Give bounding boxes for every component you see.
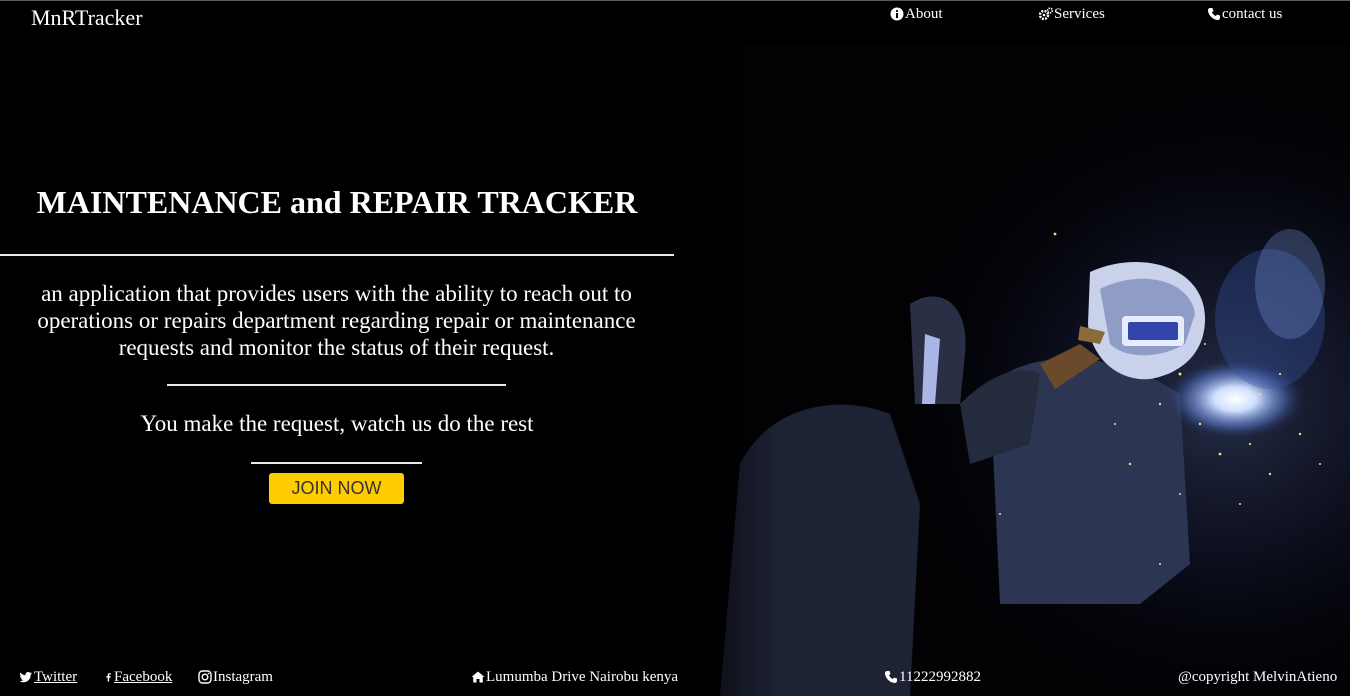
hero-tagline: You make the request, watch us do the re… <box>140 411 534 436</box>
facebook-link[interactable]: Facebook <box>114 668 172 686</box>
divider-short <box>251 462 422 464</box>
divider-mid <box>167 384 506 386</box>
footer-address: Lumumba Drive Nairobu kenya <box>471 668 678 686</box>
instagram-label: Instagram <box>213 669 273 685</box>
footer-facebook[interactable]: Facebook <box>104 668 172 686</box>
hero-background-photo <box>660 44 1350 696</box>
twitter-link[interactable]: Twitter <box>34 668 77 686</box>
home-icon <box>471 671 485 683</box>
divider-full <box>0 254 674 256</box>
nav-contact-link[interactable]: contact us <box>1207 5 1282 23</box>
hero-description: an application that provides users with … <box>37 281 636 360</box>
phone-number: 11222992882 <box>899 669 981 685</box>
join-now-button[interactable]: JOIN NOW <box>269 473 404 504</box>
hero-title: MAINTENANCE and REPAIR TRACKER <box>36 184 638 220</box>
nav-about-label: About <box>905 6 943 22</box>
nav-services-label: Services <box>1054 6 1105 22</box>
copyright-text: @copyright MelvinAtieno <box>1178 669 1338 685</box>
nav-about-link[interactable]: About <box>890 5 943 23</box>
info-circle-icon <box>890 7 904 21</box>
phone-icon <box>885 671 897 683</box>
phone-icon <box>1208 8 1220 20</box>
facebook-icon <box>106 673 111 682</box>
twitter-icon <box>19 672 32 683</box>
footer-copyright: @copyright MelvinAtieno <box>1178 668 1337 686</box>
brand-logo-link[interactable]: MnRTracker <box>31 6 143 30</box>
top-border <box>0 0 1350 1</box>
nav-services-link[interactable]: Services <box>1039 5 1105 23</box>
footer-instagram[interactable]: Instagram <box>198 668 273 686</box>
gears-icon <box>1039 7 1053 21</box>
footer-twitter[interactable]: Twitter <box>19 668 77 686</box>
nav-contact-label: contact us <box>1222 6 1283 22</box>
address-text: Lumumba Drive Nairobu kenya <box>486 669 679 685</box>
instagram-icon <box>198 670 212 684</box>
footer-phone: 11222992882 <box>884 668 981 686</box>
